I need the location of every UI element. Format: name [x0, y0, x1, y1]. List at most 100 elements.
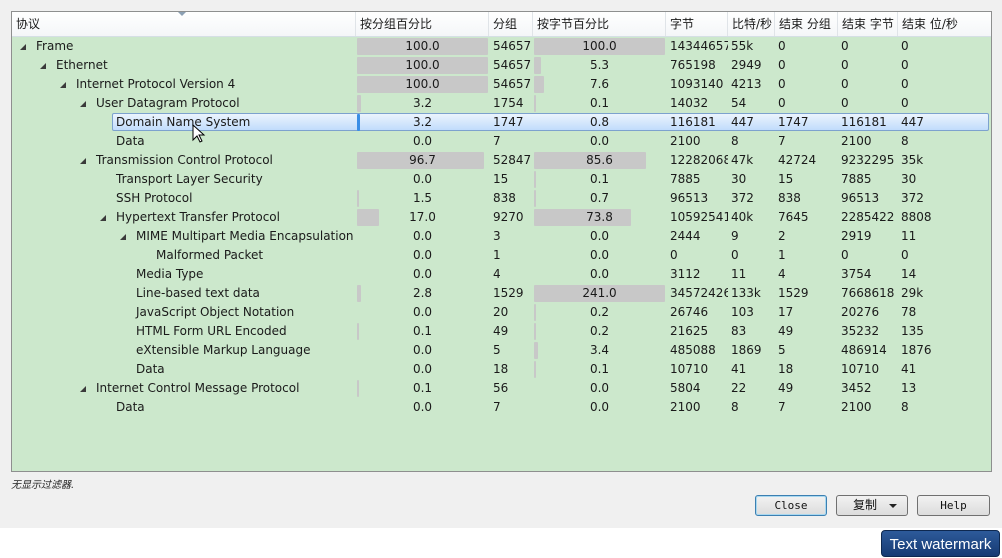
table-row[interactable]: Hypertext Transfer Protocol 17.0 9270 73.8 1… — [12, 208, 991, 227]
percent-value: 0.1 — [412, 324, 433, 338]
column-header-pct-packets[interactable]: 按分组百分比 — [356, 12, 489, 36]
end-bits-per-sec-cell: 0 — [901, 39, 909, 53]
protocol-cell[interactable]: MIME Multipart Media Encapsulation — [12, 227, 356, 246]
table-row[interactable]: Frame 100.0 54657 100.0 14344657 55k 0 0 0 — [12, 37, 991, 56]
end-packets-cell: 4 — [778, 267, 786, 281]
protocol-cell[interactable]: JavaScript Object Notation — [12, 303, 356, 322]
packets-cell: 1747 — [493, 115, 524, 129]
column-header-protocol[interactable]: 协议 — [12, 12, 356, 36]
table-row[interactable]: eXtensible Markup Language 0.0 5 3.4 485088 1… — [12, 341, 991, 360]
column-header-bytes[interactable]: 字节 — [666, 12, 728, 36]
bottom-strip — [0, 528, 1002, 558]
protocol-name: Data — [136, 362, 165, 376]
table-row[interactable]: Data 0.0 18 0.1 10710 41 18 10710 41 — [12, 360, 991, 379]
protocol-cell[interactable]: Internet Control Message Protocol — [12, 379, 356, 398]
percent-value: 0.0 — [589, 267, 610, 281]
percent-value: 0.0 — [412, 343, 433, 357]
protocol-cell[interactable]: User Datagram Protocol — [12, 94, 356, 113]
copy-button-label: 复制 — [853, 498, 878, 512]
column-header-end-bytes[interactable]: 结束 字节 — [838, 12, 898, 36]
column-header-end-bits-per-sec[interactable]: 结束 位/秒 — [898, 12, 991, 36]
table-row[interactable]: Data 0.0 7 0.0 2100 8 7 2100 8 — [12, 398, 991, 417]
table-row[interactable]: Malformed Packet 0.0 1 0.0 0 0 1 0 0 — [12, 246, 991, 265]
close-button[interactable]: Close — [755, 495, 827, 516]
protocol-cell[interactable]: Internet Protocol Version 4 — [12, 75, 356, 94]
column-header-packets[interactable]: 分组 — [489, 12, 533, 36]
help-button[interactable]: Help — [917, 495, 990, 516]
table-row[interactable]: HTML Form URL Encoded 0.1 49 0.2 21625 83 49 35… — [12, 322, 991, 341]
table-row[interactable]: Internet Protocol Version 4 100.0 54657 7.6… — [12, 75, 991, 94]
protocol-cell[interactable]: Frame — [12, 37, 356, 56]
protocol-tree[interactable]: Frame 100.0 54657 100.0 14344657 55k 0 0 0 Ethern… — [12, 37, 991, 417]
column-header-pct-bytes[interactable]: 按字节百分比 — [533, 12, 666, 36]
expand-triangle-icon[interactable] — [40, 63, 46, 69]
table-row[interactable]: MIME Multipart Media Encapsulation 0.0 3 0.… — [12, 227, 991, 246]
percent-value: 0.1 — [589, 96, 610, 110]
packets-cell: 1529 — [493, 286, 524, 300]
table-row[interactable]: Transport Layer Security 0.0 15 0.1 7885 30 15… — [12, 170, 991, 189]
pct-bytes-cell: 0.0 — [533, 265, 666, 284]
protocol-name: HTML Form URL Encoded — [136, 324, 287, 338]
protocol-name: Data — [116, 134, 145, 148]
table-row[interactable]: Internet Control Message Protocol 0.1 56 0.… — [12, 379, 991, 398]
percent-value: 96.7 — [409, 153, 436, 167]
table-row[interactable]: Line-based text data 2.8 1529 241.0 34572426… — [12, 284, 991, 303]
end-packets-cell: 0 — [778, 58, 786, 72]
expand-triangle-icon[interactable] — [20, 44, 26, 50]
expand-triangle-icon[interactable] — [60, 82, 66, 88]
protocol-cell[interactable]: HTML Form URL Encoded — [12, 322, 356, 341]
protocol-cell[interactable]: Media Type — [12, 265, 356, 284]
table-row[interactable]: JavaScript Object Notation 0.0 20 0.2 26746 1… — [12, 303, 991, 322]
table-row[interactable]: User Datagram Protocol 3.2 1754 0.1 14032 54 0… — [12, 94, 991, 113]
percent-value: 0.1 — [589, 362, 610, 376]
end-bits-per-sec-cell: 0 — [901, 96, 909, 110]
table-row[interactable]: Ethernet 100.0 54657 5.3 765198 2949 0 0 0 — [12, 56, 991, 75]
protocol-cell[interactable]: Hypertext Transfer Protocol — [12, 208, 356, 227]
percent-value: 0.0 — [412, 362, 433, 376]
bytes-cell: 34572426 — [670, 286, 728, 300]
protocol-name: Frame — [36, 39, 74, 53]
table-row[interactable]: Domain Name System 3.2 1747 0.8 116181 447 174… — [12, 113, 991, 132]
expand-triangle-icon[interactable] — [100, 215, 106, 221]
packets-cell: 49 — [493, 324, 509, 338]
protocol-name: Media Type — [136, 267, 204, 281]
protocol-cell[interactable]: Data — [12, 360, 356, 379]
table-row[interactable]: Transmission Control Protocol 96.7 52847 85… — [12, 151, 991, 170]
table-row[interactable]: Data 0.0 7 0.0 2100 8 7 2100 8 — [12, 132, 991, 151]
copy-dropdown-button[interactable]: 复制 — [836, 495, 908, 516]
protocol-name: Internet Control Message Protocol — [96, 381, 300, 395]
filter-status-text: 无显示过滤器. — [11, 480, 75, 491]
protocol-cell[interactable]: Line-based text data — [12, 284, 356, 303]
end-bits-per-sec-cell: 372 — [901, 191, 924, 205]
end-bytes-cell: 96513 — [841, 191, 880, 205]
protocol-cell[interactable]: Transmission Control Protocol — [12, 151, 356, 170]
column-header-bits-per-sec[interactable]: 比特/秒 — [728, 12, 775, 36]
protocol-cell[interactable]: Malformed Packet — [12, 246, 356, 265]
packets-cell: 15 — [493, 172, 509, 186]
protocol-cell[interactable]: Domain Name System — [12, 113, 356, 132]
bits-per-sec-cell: 372 — [731, 191, 754, 205]
packets-cell: 5 — [493, 343, 501, 357]
protocol-cell[interactable]: Transport Layer Security — [12, 170, 356, 189]
expand-triangle-icon[interactable] — [120, 234, 126, 240]
percent-value: 85.6 — [586, 153, 613, 167]
expand-triangle-icon[interactable] — [80, 101, 86, 107]
end-bytes-cell: 116181 — [841, 115, 887, 129]
table-row[interactable]: SSH Protocol 1.5 838 0.7 96513 372 838 96513 372 — [12, 189, 991, 208]
expand-triangle-icon[interactable] — [80, 158, 86, 164]
percent-value: 0.1 — [589, 172, 610, 186]
end-bytes-cell: 10710 — [841, 362, 880, 376]
protocol-cell[interactable]: Data — [12, 398, 356, 417]
protocol-cell[interactable]: Ethernet — [12, 56, 356, 75]
end-packets-cell: 7 — [778, 400, 786, 414]
expand-triangle-icon[interactable] — [80, 386, 86, 392]
table-row[interactable]: Media Type 0.0 4 0.0 3112 11 4 3754 14 — [12, 265, 991, 284]
pct-packets-cell: 96.7 — [356, 151, 489, 170]
protocol-cell[interactable]: Data — [12, 132, 356, 151]
column-header-end-packets[interactable]: 结束 分组 — [775, 12, 838, 36]
protocol-cell[interactable]: SSH Protocol — [12, 189, 356, 208]
bits-per-sec-cell: 133k — [731, 286, 761, 300]
protocol-cell[interactable]: eXtensible Markup Language — [12, 341, 356, 360]
protocol-name: Internet Protocol Version 4 — [76, 77, 236, 91]
pct-bytes-cell: 0.0 — [533, 227, 666, 246]
